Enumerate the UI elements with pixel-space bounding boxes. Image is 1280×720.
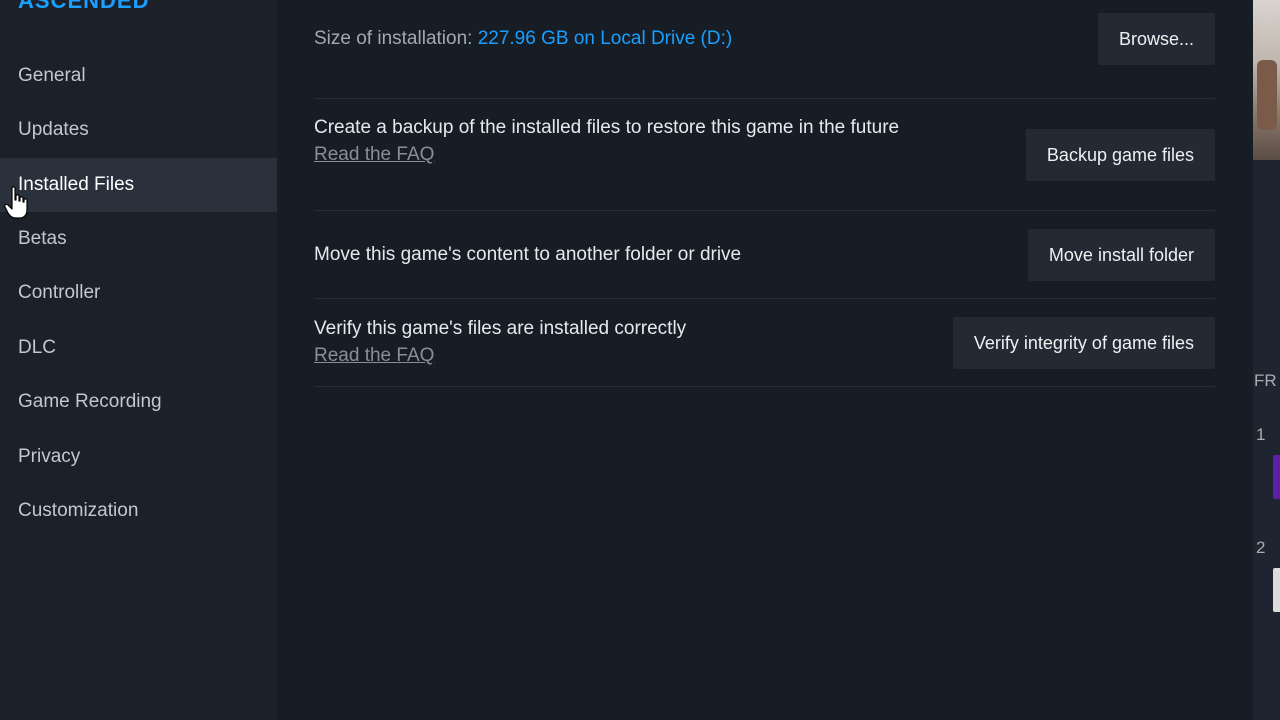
sidebar-item-label: DLC	[18, 337, 57, 358]
sidebar-item-customization[interactable]: Customization	[0, 484, 277, 538]
steam-game-properties-window: ASCENDED General Updates Installed Files…	[0, 0, 1280, 720]
background-text-2: 2	[1256, 538, 1266, 557]
verify-integrity-button[interactable]: Verify integrity of game files	[952, 317, 1215, 369]
properties-sidebar: ASCENDED General Updates Installed Files…	[0, 0, 277, 720]
background-artwork-detail	[1257, 60, 1277, 130]
backup-game-files-button[interactable]: Backup game files	[1025, 129, 1215, 181]
sidebar-item-label: Customization	[18, 500, 139, 521]
sidebar-item-general[interactable]: General	[0, 49, 277, 103]
verify-row: Verify this game's files are installed c…	[314, 315, 686, 369]
sidebar-item-label: Updates	[18, 119, 89, 140]
sidebar-item-betas[interactable]: Betas	[0, 212, 277, 266]
sidebar-item-game-recording[interactable]: Game Recording	[0, 375, 277, 429]
verify-description: Verify this game's files are installed c…	[314, 318, 687, 339]
background-thumbnail	[1273, 455, 1280, 499]
installed-files-panel: Size of installation: 227.96 GB on Local…	[277, 0, 1253, 720]
game-title: ASCENDED	[18, 0, 150, 13]
move-install-folder-button[interactable]: Move install folder	[1027, 229, 1215, 281]
installation-size-row: Size of installation: 227.96 GB on Local…	[314, 25, 732, 52]
sidebar-item-controller[interactable]: Controller	[0, 266, 277, 320]
move-folder-row: Move this game's content to another fold…	[314, 241, 741, 268]
background-window-peek: FR 1 2	[1253, 0, 1280, 720]
verify-faq-link[interactable]: Read the FAQ	[314, 342, 686, 369]
divider	[314, 210, 1215, 211]
sidebar-item-label: Controller	[18, 282, 101, 303]
background-text-1: 1	[1256, 425, 1266, 444]
browse-button[interactable]: Browse...	[1097, 13, 1215, 65]
move-description: Move this game's content to another fold…	[314, 244, 742, 265]
sidebar-item-privacy[interactable]: Privacy	[0, 430, 277, 484]
backup-faq-link[interactable]: Read the FAQ	[314, 141, 954, 168]
sidebar-item-installed-files[interactable]: Installed Files	[0, 158, 277, 212]
divider	[314, 386, 1215, 387]
sidebar-item-label: General	[18, 65, 86, 86]
installation-size-label: Size of installation:	[314, 28, 473, 49]
sidebar-item-dlc[interactable]: DLC	[0, 321, 277, 375]
sidebar-item-label: Privacy	[18, 446, 81, 467]
sidebar-item-label: Game Recording	[18, 391, 162, 412]
sidebar-item-updates[interactable]: Updates	[0, 103, 277, 157]
backup-description: Create a backup of the installed files t…	[314, 117, 900, 138]
sidebar-item-label: Betas	[18, 228, 67, 249]
divider	[314, 298, 1215, 299]
background-text-fr: FR	[1254, 371, 1277, 390]
background-thumbnail	[1273, 568, 1280, 612]
backup-row: Create a backup of the installed files t…	[314, 114, 954, 168]
sidebar-item-label: Installed Files	[18, 174, 135, 195]
divider	[314, 98, 1215, 99]
installation-size-value[interactable]: 227.96 GB on Local Drive (D:)	[478, 28, 733, 49]
